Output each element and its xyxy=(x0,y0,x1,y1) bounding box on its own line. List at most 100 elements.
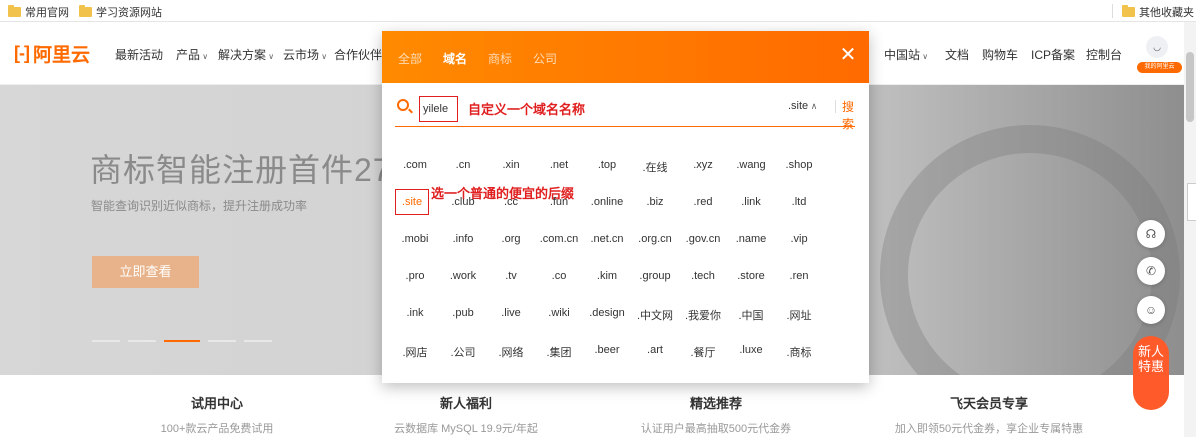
tld-option[interactable]: .net.cn xyxy=(583,233,631,245)
close-icon[interactable]: ✕ xyxy=(838,45,858,65)
tld-option[interactable]: .tech xyxy=(679,270,727,282)
tld-option[interactable]: .luxe xyxy=(727,344,775,356)
tld-option[interactable]: .red xyxy=(679,196,727,208)
tld-option[interactable]: .mobi xyxy=(391,233,439,245)
tab-domain[interactable]: 域名 xyxy=(443,50,467,67)
side-feedback-tab[interactable] xyxy=(1187,183,1196,221)
hero-subtitle: 智能查询识别近似商标，提升注册成功率 xyxy=(91,199,308,213)
nav-china-site[interactable]: 中国站 xyxy=(884,46,928,63)
tld-option[interactable]: .pub xyxy=(439,307,487,319)
tld-option[interactable]: .com.cn xyxy=(535,233,583,245)
tld-option[interactable]: .store xyxy=(727,270,775,282)
tld-option[interactable]: .ltd xyxy=(775,196,823,208)
tld-option[interactable]: .ren xyxy=(775,270,823,282)
nav-solutions[interactable]: 解决方案 xyxy=(218,46,274,63)
tab-all[interactable]: 全部 xyxy=(398,50,422,67)
tld-option[interactable]: .公司 xyxy=(439,344,487,360)
page-scrollbar[interactable] xyxy=(1184,22,1196,437)
my-aliyun-badge[interactable]: 我的阿里云 xyxy=(1137,62,1182,73)
tld-option[interactable]: .网址 xyxy=(775,307,823,323)
carousel-dot[interactable] xyxy=(92,340,120,342)
tld-option-selected[interactable]: .site xyxy=(395,189,429,215)
tld-option[interactable]: .co xyxy=(535,270,583,282)
tld-option[interactable]: .org xyxy=(487,233,535,245)
scrollbar-thumb[interactable] xyxy=(1186,52,1194,122)
tld-option[interactable]: .我爱你 xyxy=(679,307,727,323)
carousel-dot[interactable] xyxy=(244,340,272,342)
tld-option[interactable]: .ink xyxy=(391,307,439,319)
tld-option[interactable]: .work xyxy=(439,270,487,282)
bookmark-folder-common[interactable]: 常用官网 xyxy=(8,4,69,20)
tld-option[interactable]: .info xyxy=(439,233,487,245)
carousel-dot[interactable] xyxy=(128,340,156,342)
chat-icon[interactable]: ☺ xyxy=(1137,296,1165,324)
tld-option[interactable]: .shop xyxy=(775,159,823,171)
tab-trademark[interactable]: 商标 xyxy=(488,50,512,67)
promo-recommended[interactable]: 精选推荐 认证用户最高抽取500元代金券 xyxy=(636,393,796,436)
promo-desc: 云数据库 MySQL 19.9元/年起 xyxy=(394,423,538,435)
nav-cart[interactable]: 购物车 xyxy=(982,46,1018,63)
tld-option[interactable]: .beer xyxy=(583,344,631,356)
promo-trial-center[interactable]: 试用中心 100+款云产品免费试用 xyxy=(137,393,297,436)
nav-icp[interactable]: ICP备案 xyxy=(1031,46,1075,63)
promo-title: 新人福利 xyxy=(439,396,492,411)
tld-option[interactable]: .中国 xyxy=(727,307,775,323)
tld-option[interactable]: .biz xyxy=(631,196,679,208)
avatar[interactable]: ◡ xyxy=(1146,36,1168,58)
promo-desc: 加入即领50元代金券，享企业专属特惠 xyxy=(894,423,1084,435)
tld-option[interactable]: .top xyxy=(583,159,631,171)
tld-option[interactable]: .vip xyxy=(775,233,823,245)
tab-company[interactable]: 公司 xyxy=(533,50,557,67)
tld-option[interactable]: .中文网 xyxy=(631,307,679,323)
tld-option[interactable]: .xyz xyxy=(679,159,727,171)
tld-option[interactable]: .net xyxy=(535,159,583,171)
tld-option[interactable]: .group xyxy=(631,270,679,282)
tld-option[interactable]: .art xyxy=(631,344,679,356)
tld-option[interactable]: .design xyxy=(583,307,631,319)
folder-icon xyxy=(79,5,92,17)
bookmark-folder-other[interactable]: 其他收藏夹 xyxy=(1122,4,1194,20)
promo-newbie-benefits[interactable]: 新人福利 云数据库 MySQL 19.9元/年起 xyxy=(386,393,546,436)
tld-option[interactable]: .餐厅 xyxy=(679,344,727,360)
phone-icon[interactable]: ✆ xyxy=(1137,257,1165,285)
promo-member-exclusive[interactable]: 飞天会员专享 加入即领50元代金券，享企业专属特惠 xyxy=(884,393,1094,436)
bookmark-folder-learning[interactable]: 学习资源网站 xyxy=(79,4,162,20)
tld-option[interactable]: .com xyxy=(391,159,439,171)
tld-option[interactable]: .pro xyxy=(391,270,439,282)
nav-latest-activities[interactable]: 最新活动 xyxy=(115,46,163,63)
tld-option[interactable]: .name xyxy=(727,233,775,245)
hero-view-button[interactable]: 立即查看 xyxy=(92,256,199,288)
tld-option[interactable]: .xin xyxy=(487,159,535,171)
tld-option[interactable]: .网络 xyxy=(487,344,535,360)
aliyun-logo[interactable]: [-] 阿里云 xyxy=(14,40,90,67)
tld-option[interactable]: .在线 xyxy=(631,159,679,175)
newbie-offer-button[interactable]: 新人特惠 xyxy=(1133,336,1169,410)
domain-search-input[interactable] xyxy=(419,96,458,122)
nav-console[interactable]: 控制台 xyxy=(1086,46,1122,63)
tld-option[interactable]: .club xyxy=(439,196,487,208)
tld-option[interactable]: .gov.cn xyxy=(679,233,727,245)
tld-option[interactable]: .online xyxy=(583,196,631,208)
customer-service-icon[interactable]: ☊ xyxy=(1137,220,1165,248)
search-button[interactable]: 搜索 xyxy=(842,98,855,132)
carousel-dot[interactable] xyxy=(208,340,236,342)
tld-option[interactable]: .tv xyxy=(487,270,535,282)
nav-products[interactable]: 产品 xyxy=(176,46,208,63)
tld-option[interactable]: .cn xyxy=(439,159,487,171)
tld-option[interactable]: .商标 xyxy=(775,344,823,360)
tld-option[interactable]: .fun xyxy=(535,196,583,208)
tld-option[interactable]: .集团 xyxy=(535,344,583,360)
tld-option[interactable]: .网店 xyxy=(391,344,439,360)
suffix-select[interactable]: .site xyxy=(788,100,817,112)
tld-option[interactable]: .cc xyxy=(487,196,535,208)
carousel-dot-active[interactable] xyxy=(164,340,200,342)
hero-title: 商标智能注册首件27 xyxy=(90,152,392,188)
nav-marketplace[interactable]: 云市场 xyxy=(283,46,327,63)
tld-option[interactable]: .wang xyxy=(727,159,775,171)
tld-option[interactable]: .org.cn xyxy=(631,233,679,245)
nav-docs[interactable]: 文档 xyxy=(945,46,969,63)
tld-option[interactable]: .live xyxy=(487,307,535,319)
tld-option[interactable]: .wiki xyxy=(535,307,583,319)
tld-option[interactable]: .kim xyxy=(583,270,631,282)
tld-option[interactable]: .link xyxy=(727,196,775,208)
